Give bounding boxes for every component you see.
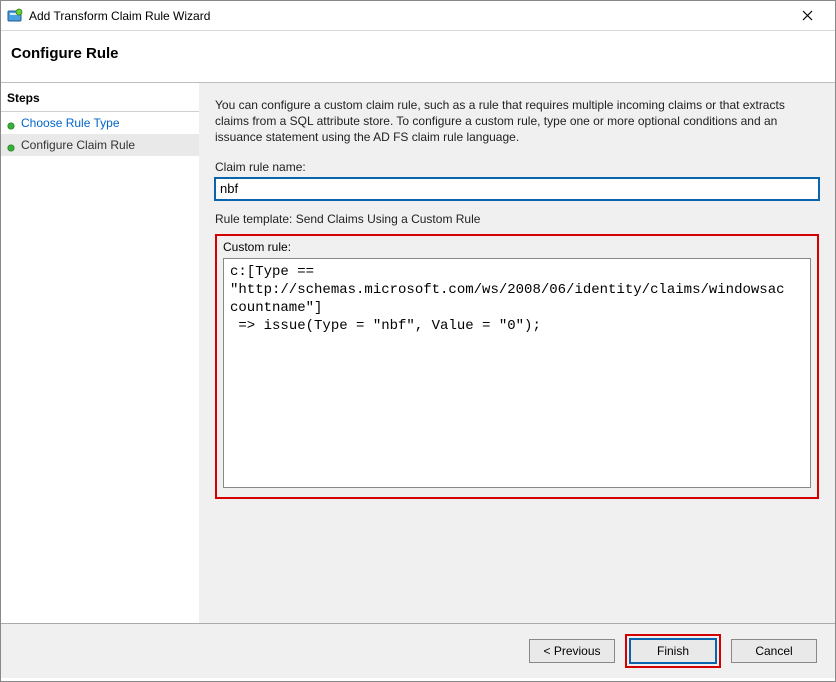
description-text: You can configure a custom claim rule, s… — [215, 97, 819, 146]
step-label: Choose Rule Type — [21, 116, 120, 130]
custom-rule-textarea[interactable] — [223, 258, 811, 488]
step-configure-claim-rule[interactable]: Configure Claim Rule — [1, 134, 199, 156]
previous-button[interactable]: < Previous — [529, 639, 615, 663]
bullet-icon — [7, 119, 15, 127]
finish-button[interactable]: Finish — [630, 639, 716, 663]
steps-header: Steps — [1, 87, 199, 112]
wizard-icon — [7, 8, 23, 24]
step-label: Configure Claim Rule — [21, 138, 135, 152]
steps-panel: Steps Choose Rule Type Configure Claim R… — [1, 83, 199, 623]
bullet-icon — [7, 141, 15, 149]
claim-rule-name-label: Claim rule name: — [215, 160, 819, 174]
page-title: Configure Rule — [11, 45, 825, 62]
content-panel: You can configure a custom claim rule, s… — [199, 83, 835, 623]
close-icon — [802, 10, 813, 21]
custom-rule-label: Custom rule: — [223, 240, 811, 254]
claim-rule-name-input[interactable] — [215, 178, 819, 200]
main-area: Steps Choose Rule Type Configure Claim R… — [1, 83, 835, 624]
close-button[interactable] — [787, 1, 827, 30]
finish-highlight: Finish — [625, 634, 721, 668]
rule-template-label: Rule template: Send Claims Using a Custo… — [215, 212, 819, 226]
window-title: Add Transform Claim Rule Wizard — [29, 9, 787, 23]
cancel-button[interactable]: Cancel — [731, 639, 817, 663]
titlebar: Add Transform Claim Rule Wizard — [1, 1, 835, 31]
step-choose-rule-type[interactable]: Choose Rule Type — [1, 112, 199, 134]
custom-rule-highlight: Custom rule: — [215, 234, 819, 499]
page-header: Configure Rule — [1, 31, 835, 83]
footer: < Previous Finish Cancel — [1, 624, 835, 678]
